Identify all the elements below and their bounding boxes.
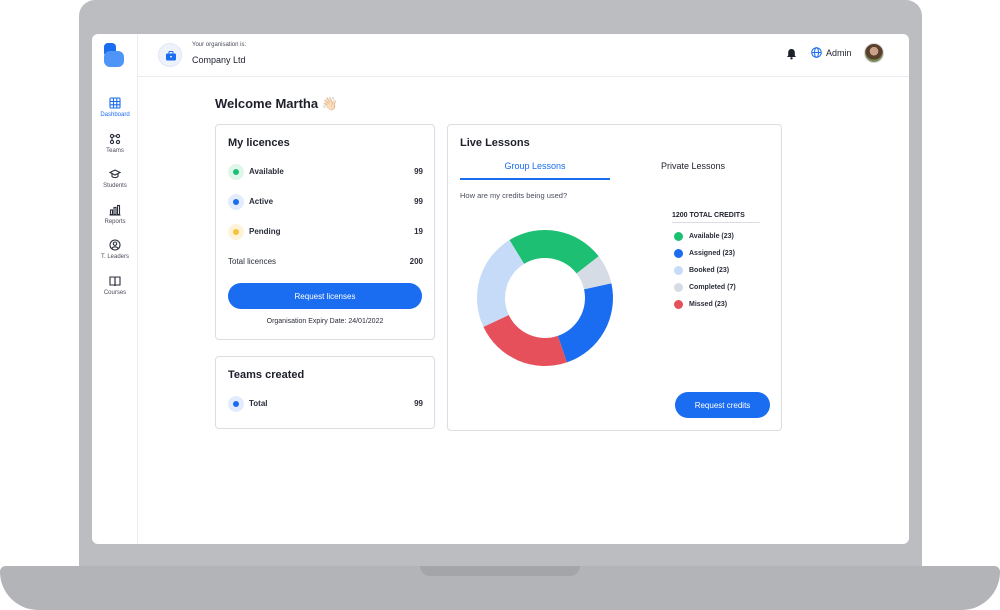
organisation-caption: Your organisation is: (192, 42, 247, 48)
donut-slice-missed (483, 314, 567, 366)
tab-group-lessons[interactable]: Group Lessons (460, 161, 610, 180)
teams-row-total: Total 99 (228, 396, 423, 412)
sidebar-item-label: Students (103, 183, 127, 189)
sidebar-item-label: T. Leaders (100, 254, 130, 260)
legend-item-available: Available (23) (674, 230, 734, 242)
sidebar-item-label: Courses (103, 290, 127, 296)
status-dot (228, 194, 244, 210)
sidebar-item-label: Reports (104, 219, 126, 225)
teams-icon (109, 133, 121, 145)
legend-dot (674, 282, 683, 292)
sidebar-item-t-leaders[interactable]: T. Leaders (92, 239, 138, 260)
sidebar-item-courses[interactable]: Courses (92, 275, 138, 296)
total-label: Total licences (228, 257, 277, 266)
donut-slice-booked (477, 240, 525, 327)
row-label: Pending (249, 227, 281, 236)
total-value: 200 (409, 257, 423, 266)
row-value: 19 (414, 227, 423, 236)
legend-label: Booked (23) (689, 266, 730, 274)
organisation-badge[interactable] (158, 43, 182, 67)
laptop-notch (420, 566, 580, 576)
graduation-cap-icon (109, 169, 121, 179)
legend-label: Assigned (23) (689, 249, 735, 257)
sidebar-item-students[interactable]: Students (92, 168, 138, 189)
admin-menu[interactable]: Admin (811, 47, 852, 58)
row-value: 99 (414, 197, 423, 206)
top-header: Your organisation is: Company Ltd Admin (138, 34, 909, 77)
sidebar-item-reports[interactable]: Reports (92, 204, 138, 225)
page-title: Welcome Martha 👋🏻 (215, 96, 338, 112)
row-label: Available (249, 167, 284, 176)
tab-private-lessons[interactable]: Private Lessons (618, 161, 768, 180)
globe-icon (811, 47, 822, 58)
sidebar-item-dashboard[interactable]: Dashboard (92, 97, 138, 118)
teams-title: Teams created (228, 369, 305, 381)
welcome-text: Welcome Martha (215, 96, 319, 111)
row-label: Total (249, 399, 268, 408)
sidebar-item-label: Teams (106, 148, 124, 154)
avatar[interactable] (864, 43, 884, 63)
legend-dot (674, 265, 683, 275)
app-screen: Dashboard Teams Students Reports T. Lead… (92, 34, 909, 544)
credits-question: How are my credits being used? (460, 191, 568, 200)
sidebar-item-label: Dashboard (100, 112, 130, 118)
legend-item-booked: Booked (23) (674, 264, 729, 276)
legend-label: Available (23) (689, 232, 734, 240)
user-circle-icon (109, 239, 121, 251)
legend-label: Completed (7) (689, 283, 736, 291)
live-lessons-title: Live Lessons (460, 137, 530, 149)
legend-dot (674, 231, 683, 241)
credits-donut-chart (477, 230, 613, 366)
licences-title: My licences (228, 137, 290, 149)
legend-item-assigned: Assigned (23) (674, 247, 735, 259)
request-licenses-button[interactable]: Request licenses (228, 283, 422, 309)
request-credits-button[interactable]: Request credits (675, 392, 770, 418)
licences-card: My licences Available 99 Active 99 Pendi… (215, 124, 435, 340)
organisation-expiry-date: Organisation Expiry Date: 24/01/2022 (266, 318, 384, 325)
teams-card: Teams created Total 99 (215, 356, 435, 429)
admin-label: Admin (826, 47, 852, 58)
bar-chart-icon (109, 204, 121, 216)
row-value: 99 (414, 167, 423, 176)
sidebar: Dashboard Teams Students Reports T. Lead… (92, 34, 138, 544)
briefcase-icon (166, 51, 176, 61)
status-dot (228, 224, 244, 240)
legend-item-missed: Missed (23) (674, 298, 727, 310)
organisation-name: Company Ltd (192, 55, 246, 65)
app-logo[interactable] (104, 43, 124, 67)
status-dot (228, 396, 244, 412)
status-dot (228, 164, 244, 180)
bell-icon[interactable] (786, 48, 797, 60)
total-credits-label: 1200 TOTAL CREDITS (672, 212, 760, 223)
licence-row-available: Available 99 (228, 164, 423, 180)
legend-dot (674, 248, 683, 258)
waving-hand-icon: 👋🏻 (321, 96, 338, 111)
book-icon (109, 276, 121, 287)
licence-row-active: Active 99 (228, 194, 423, 210)
row-value: 99 (414, 399, 423, 408)
grid-icon (109, 97, 121, 109)
row-label: Active (249, 197, 274, 206)
legend-label: Missed (23) (689, 300, 728, 308)
live-lessons-card: Live Lessons Group Lessons Private Lesso… (447, 124, 782, 431)
licence-row-total: Total licences 200 (228, 254, 423, 270)
licence-row-pending: Pending 19 (228, 224, 423, 240)
legend-item-completed: Completed (7) (674, 281, 736, 293)
sidebar-item-teams[interactable]: Teams (92, 133, 138, 154)
donut-slice-assigned (557, 283, 613, 363)
legend-dot (674, 299, 683, 309)
